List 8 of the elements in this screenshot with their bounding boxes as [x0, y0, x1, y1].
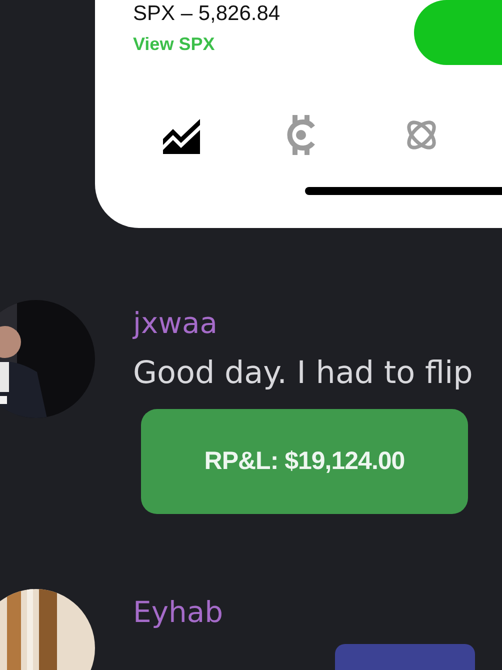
chart-icon [163, 116, 200, 154]
username[interactable]: Eyhab [133, 594, 475, 630]
pnl-text: RP&L: $19,124.00 [204, 447, 405, 476]
view-link[interactable]: View SPX [133, 34, 280, 55]
username[interactable]: jxwaa [133, 305, 473, 341]
action-button[interactable] [414, 0, 502, 65]
message-text: Good day. I had to flip [133, 355, 473, 391]
quote-text: SPX – 5,826.84 [133, 2, 280, 26]
